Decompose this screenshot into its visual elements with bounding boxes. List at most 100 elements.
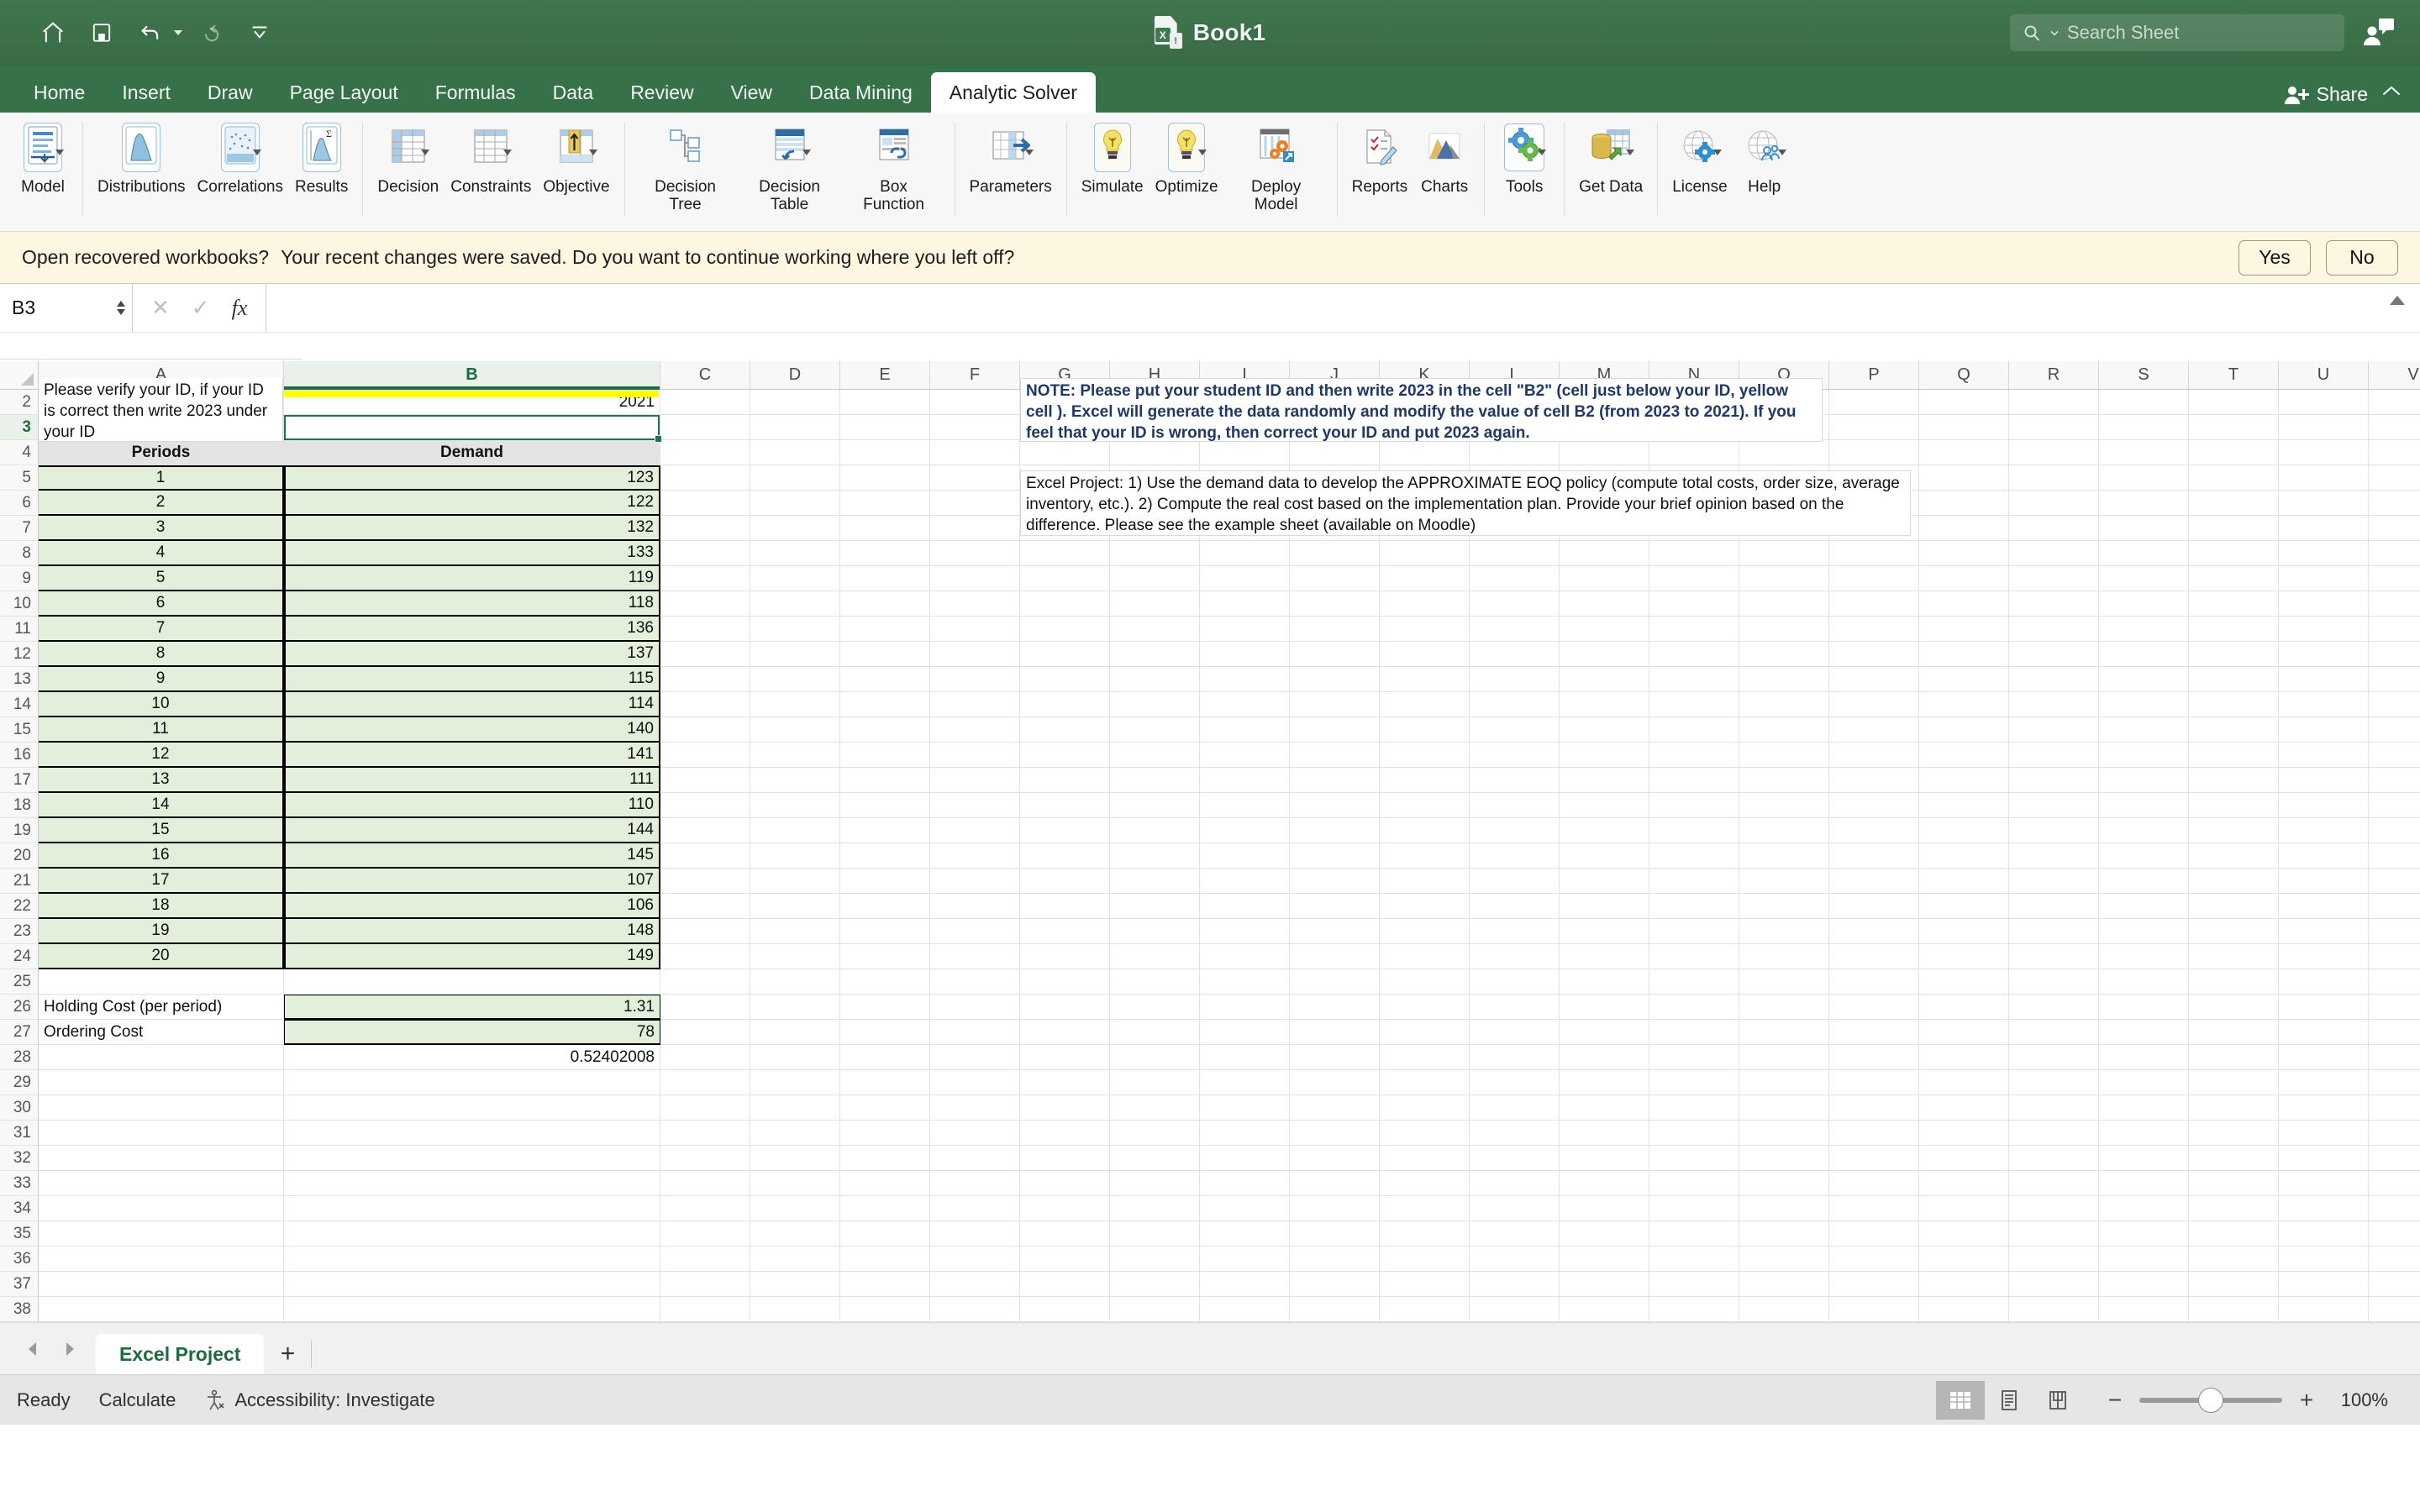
- parameters-dropdown-caret-icon[interactable]: [1025, 150, 1034, 155]
- row-header-4[interactable]: 4: [0, 440, 39, 465]
- column-header-B[interactable]: B: [284, 361, 660, 389]
- cell-J33[interactable]: [1290, 1171, 1380, 1196]
- cell-D23[interactable]: [750, 919, 840, 944]
- status-calculate[interactable]: Calculate: [99, 1389, 176, 1411]
- cell-E9[interactable]: [840, 566, 930, 591]
- cell-E4[interactable]: [840, 440, 930, 465]
- cell-V25[interactable]: [2369, 969, 2420, 995]
- cell-R14[interactable]: [2009, 692, 2099, 717]
- cell-U36[interactable]: [2279, 1247, 2369, 1272]
- cell-S35[interactable]: [2099, 1221, 2189, 1247]
- cell-K20[interactable]: [1380, 843, 1470, 869]
- cell-L37[interactable]: [1470, 1272, 1560, 1297]
- cell-E31[interactable]: [840, 1121, 930, 1146]
- cell-D4[interactable]: [750, 440, 840, 465]
- cell-V27[interactable]: [2369, 1020, 2420, 1045]
- column-header-U[interactable]: U: [2279, 361, 2369, 389]
- cell-C3[interactable]: [660, 415, 750, 440]
- cell-B3[interactable]: [284, 415, 660, 440]
- cell-O35[interactable]: [1739, 1221, 1829, 1247]
- ribbon-button-optimize[interactable]: Optimize: [1150, 113, 1224, 196]
- ribbon-button-deploy-model[interactable]: Deploy Model: [1224, 113, 1328, 213]
- cell-E23[interactable]: [840, 919, 930, 944]
- cell-T31[interactable]: [2189, 1121, 2279, 1146]
- cell-V34[interactable]: [2369, 1196, 2420, 1221]
- cell-Q6[interactable]: [1919, 491, 2009, 516]
- cell-R16[interactable]: [2009, 743, 2099, 768]
- cell-S29[interactable]: [2099, 1070, 2189, 1095]
- cell-H32[interactable]: [1110, 1146, 1200, 1171]
- cell-A16[interactable]: 12: [39, 743, 284, 768]
- cell-B15[interactable]: 140: [284, 717, 660, 743]
- cell-P38[interactable]: [1829, 1297, 1919, 1322]
- cell-Q25[interactable]: [1919, 969, 2009, 995]
- cell-L17[interactable]: [1470, 768, 1560, 793]
- cell-R26[interactable]: [2009, 995, 2099, 1020]
- cell-F33[interactable]: [930, 1171, 1020, 1196]
- cell-H27[interactable]: [1110, 1020, 1200, 1045]
- cell-G26[interactable]: [1020, 995, 1110, 1020]
- cell-E5[interactable]: [840, 465, 930, 491]
- cell-H18[interactable]: [1110, 793, 1200, 818]
- cell-I34[interactable]: [1200, 1196, 1290, 1221]
- cell-E11[interactable]: [840, 617, 930, 642]
- cell-U12[interactable]: [2279, 642, 2369, 667]
- cell-S14[interactable]: [2099, 692, 2189, 717]
- cell-O25[interactable]: [1739, 969, 1829, 995]
- cell-Q11[interactable]: [1919, 617, 2009, 642]
- cell-I19[interactable]: [1200, 818, 1290, 843]
- cell-K33[interactable]: [1380, 1171, 1470, 1196]
- row-header-30[interactable]: 30: [0, 1095, 39, 1121]
- cell-B13[interactable]: 115: [284, 667, 660, 692]
- row-header-29[interactable]: 29: [0, 1070, 39, 1095]
- cell-R19[interactable]: [2009, 818, 2099, 843]
- cell-P23[interactable]: [1829, 919, 1919, 944]
- cell-V5[interactable]: [2369, 465, 2420, 491]
- cell-J16[interactable]: [1290, 743, 1380, 768]
- cell-V6[interactable]: [2369, 491, 2420, 516]
- cell-L10[interactable]: [1470, 591, 1560, 617]
- cell-C32[interactable]: [660, 1146, 750, 1171]
- cell-O28[interactable]: [1739, 1045, 1829, 1070]
- cell-U6[interactable]: [2279, 491, 2369, 516]
- cell-P13[interactable]: [1829, 667, 1919, 692]
- cell-F19[interactable]: [930, 818, 1020, 843]
- cell-N29[interactable]: [1649, 1070, 1739, 1095]
- cell-V7[interactable]: [2369, 516, 2420, 541]
- cell-D10[interactable]: [750, 591, 840, 617]
- cell-F31[interactable]: [930, 1121, 1020, 1146]
- cell-M8[interactable]: [1560, 541, 1649, 566]
- cell-G23[interactable]: [1020, 919, 1110, 944]
- cell-S38[interactable]: [2099, 1297, 2189, 1322]
- cell-J24[interactable]: [1290, 944, 1380, 969]
- cell-V23[interactable]: [2369, 919, 2420, 944]
- cell-N10[interactable]: [1649, 591, 1739, 617]
- cell-B21[interactable]: 107: [284, 869, 660, 894]
- cell-C23[interactable]: [660, 919, 750, 944]
- cell-U38[interactable]: [2279, 1297, 2369, 1322]
- cell-N20[interactable]: [1649, 843, 1739, 869]
- cell-R25[interactable]: [2009, 969, 2099, 995]
- cell-U34[interactable]: [2279, 1196, 2369, 1221]
- cell-C36[interactable]: [660, 1247, 750, 1272]
- cell-U18[interactable]: [2279, 793, 2369, 818]
- row-header-11[interactable]: 11: [0, 617, 39, 642]
- cell-N15[interactable]: [1649, 717, 1739, 743]
- cell-J12[interactable]: [1290, 642, 1380, 667]
- decision-dropdown-caret-icon[interactable]: [421, 150, 429, 155]
- cell-T15[interactable]: [2189, 717, 2279, 743]
- model-dropdown-caret-icon[interactable]: [55, 150, 64, 155]
- cell-S12[interactable]: [2099, 642, 2189, 667]
- tab-review[interactable]: Review: [612, 72, 712, 113]
- cell-K11[interactable]: [1380, 617, 1470, 642]
- cell-F32[interactable]: [930, 1146, 1020, 1171]
- cell-P28[interactable]: [1829, 1045, 1919, 1070]
- cell-H12[interactable]: [1110, 642, 1200, 667]
- cell-I37[interactable]: [1200, 1272, 1290, 1297]
- cell-A8[interactable]: 4: [39, 541, 284, 566]
- cell-K30[interactable]: [1380, 1095, 1470, 1121]
- cell-H10[interactable]: [1110, 591, 1200, 617]
- cell-T8[interactable]: [2189, 541, 2279, 566]
- cell-R23[interactable]: [2009, 919, 2099, 944]
- cell-F22[interactable]: [930, 894, 1020, 919]
